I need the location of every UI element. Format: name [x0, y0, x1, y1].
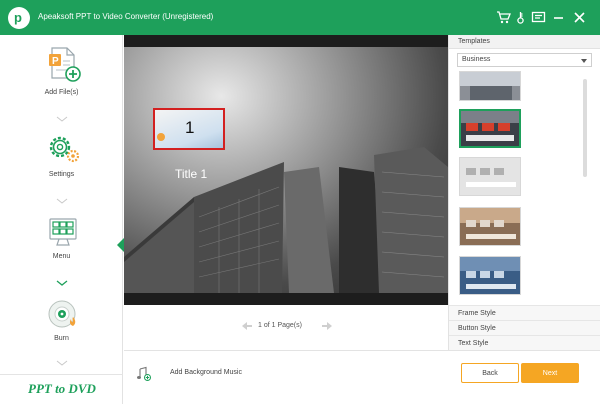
template-thumbnail[interactable] [459, 71, 521, 101]
slide-decoration-icon [157, 133, 165, 141]
chevron-down-icon [56, 280, 68, 286]
previous-page-icon[interactable] [241, 321, 253, 331]
page-indicator: 1 of 1 Page(s) [258, 322, 302, 329]
add-file-icon: P [49, 47, 81, 82]
template-thumbnail[interactable] [459, 256, 521, 295]
window-title: Apeaksoft PPT to Video Converter (Unregi… [38, 12, 214, 21]
slide-number: 1 [185, 118, 195, 137]
add-background-music-link[interactable]: Add Background Music [170, 369, 242, 376]
frame-style-section[interactable]: Frame Style [449, 305, 600, 320]
brand-footer: PPT to DVD [0, 374, 123, 404]
add-music-icon[interactable] [136, 366, 151, 381]
buildings-background-image [124, 147, 448, 293]
template-category-value: Business [462, 56, 491, 63]
page-navigator: 1 of 1 Page(s) [124, 316, 448, 338]
feedback-icon[interactable] [531, 10, 546, 25]
next-page-icon[interactable] [321, 321, 333, 331]
burn-disc-icon [48, 300, 76, 328]
step-label: Menu [52, 253, 71, 260]
button-style-section[interactable]: Button Style [449, 320, 600, 335]
text-style-section[interactable]: Text Style [449, 335, 600, 350]
settings-gears-icon [49, 136, 80, 163]
bottom-toolbar: Add Background Music Back Next [124, 350, 600, 404]
menu-layout-icon [49, 218, 77, 246]
template-thumbnail[interactable] [459, 157, 521, 196]
template-thumbnail-selected[interactable] [459, 109, 521, 148]
templates-panel: Templates Business Frame Style Button St… [448, 35, 600, 350]
chevron-down-icon [56, 116, 68, 122]
key-icon[interactable] [513, 10, 528, 25]
minimize-icon[interactable] [551, 10, 566, 25]
menu-preview: 1 Title 1 [124, 35, 448, 305]
button-style-label: Button Style [458, 325, 496, 332]
text-style-label: Text Style [458, 340, 489, 347]
step-label: Settings [48, 171, 75, 178]
slide-thumbnail-button[interactable]: 1 [153, 108, 225, 150]
step-label: Add File(s) [44, 89, 79, 96]
app-logo: p [8, 7, 30, 29]
templates-header: Templates [449, 35, 600, 49]
step-label: Burn [54, 335, 69, 342]
templates-scrollbar[interactable] [583, 79, 587, 177]
brand-label: PPT to DVD [28, 381, 96, 396]
template-category-select[interactable]: Business [457, 53, 592, 67]
title-bar: p Apeaksoft PPT to Video Converter (Unre… [0, 0, 600, 35]
active-step-marker [117, 238, 124, 252]
chevron-down-icon [56, 360, 68, 366]
svg-text:P: P [52, 56, 59, 67]
frame-style-label: Frame Style [458, 310, 496, 317]
template-thumbnail[interactable] [459, 207, 521, 246]
slide-title[interactable]: Title 1 [175, 167, 207, 181]
next-button[interactable]: Next [521, 363, 579, 383]
close-icon[interactable] [572, 10, 587, 25]
cart-icon[interactable] [496, 10, 511, 25]
back-button[interactable]: Back [461, 363, 519, 383]
templates-title: Templates [458, 38, 490, 45]
chevron-down-icon [581, 59, 587, 63]
chevron-down-icon [56, 198, 68, 204]
app-logo-letter: p [14, 10, 22, 25]
steps-sidebar: P Add File(s) Settings Menu Burn PPT to … [0, 35, 123, 404]
